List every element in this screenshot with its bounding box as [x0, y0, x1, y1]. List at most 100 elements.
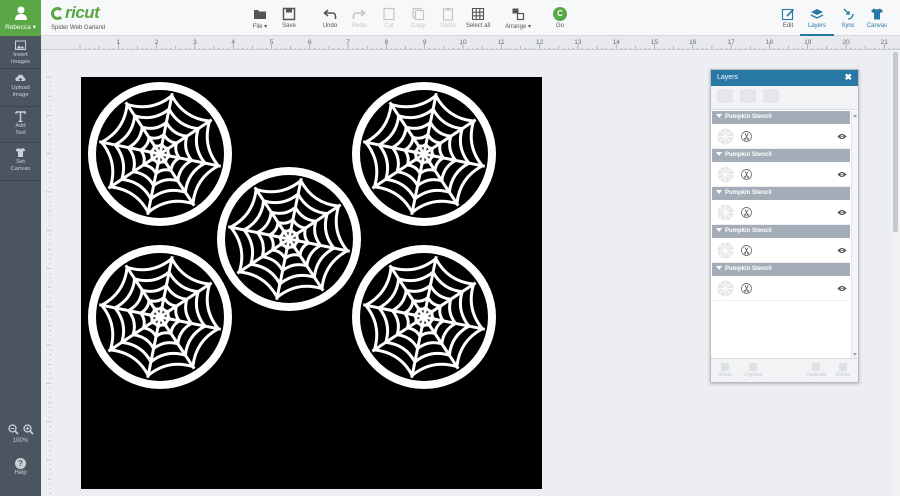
shirt-icon [15, 148, 26, 157]
scissors-icon[interactable] [741, 131, 752, 142]
scissors-icon[interactable] [741, 169, 752, 180]
layers-panel: Layers ✖ Pumpkin Stencil Pumpkin Stencil P… [710, 69, 859, 383]
spider-web [217, 167, 361, 311]
layer-group[interactable]: Pumpkin Stencil [712, 149, 850, 187]
layer-row[interactable] [712, 124, 850, 149]
ruler-label: 7 [346, 39, 350, 46]
ruler-label: 10 [459, 39, 467, 46]
eye-icon[interactable] [837, 209, 847, 216]
zoom-in-icon[interactable] [22, 424, 34, 435]
layer-row[interactable] [712, 162, 850, 187]
go-badge: C [553, 7, 567, 21]
canvas-button[interactable]: Canvas [860, 7, 894, 29]
tshirt-icon [871, 8, 883, 20]
arrange-button[interactable]: Arrange ▾ [501, 7, 535, 30]
web-thumbnail-icon [717, 280, 734, 297]
layer-group-header[interactable]: Pumpkin Stencil [712, 149, 850, 162]
top-toolbar: Rebecca ▾ ricut Spider Web Garland File … [0, 0, 900, 36]
add-text-label-2: Text [15, 130, 26, 136]
horizontal-scrollbar[interactable] [51, 489, 891, 496]
vertical-ruler [41, 50, 51, 496]
layer-group[interactable]: Pumpkin Stencil [712, 225, 850, 263]
add-text-button[interactable]: Add Text [0, 107, 41, 143]
save-button[interactable]: Save [272, 7, 306, 29]
layer-group-name: Pumpkin Stencil [725, 152, 772, 158]
copy-button[interactable]: Copy [401, 7, 435, 29]
set-canvas-label-1: Set [16, 159, 25, 165]
layer-tool-icon [717, 89, 733, 103]
scissors-icon[interactable] [741, 207, 752, 218]
paste-button[interactable]: Paste [431, 7, 465, 29]
layers-footer: Group Ungroup Duplicate Delete [711, 358, 858, 382]
tab-layers[interactable]: Layers [800, 7, 834, 36]
arrange-label: Arrange [504, 24, 527, 30]
delete-button[interactable]: Delete [833, 363, 853, 378]
ungroup-button[interactable]: Ungroup [743, 363, 763, 378]
collapse-arrow-icon[interactable] [716, 266, 722, 270]
zoom-out-icon[interactable] [7, 424, 19, 435]
insert-images-label-2: Images [10, 59, 30, 65]
collapse-arrow-icon[interactable] [716, 228, 722, 232]
scissors-icon[interactable] [741, 245, 752, 256]
project-title: Spider Web Garland [51, 25, 106, 31]
zoom-controls: 100% [0, 424, 41, 444]
ruler-label: 13 [574, 39, 582, 46]
redo-button[interactable]: Redo [342, 7, 376, 29]
layer-row[interactable] [712, 200, 850, 225]
set-canvas-button[interactable]: Set Canvas [0, 143, 41, 181]
ruler-label: 18 [766, 39, 774, 46]
layer-group-header[interactable]: Pumpkin Stencil [712, 225, 850, 238]
upload-image-label-1: Upload [11, 85, 30, 91]
copy-icon [412, 7, 425, 21]
layers-icon [810, 9, 824, 19]
vertical-scrollbar[interactable] [891, 50, 900, 496]
layer-group-header[interactable]: Pumpkin Stencil [712, 111, 850, 124]
layer-group-header[interactable]: Pumpkin Stencil [712, 187, 850, 200]
canvas-mat[interactable] [81, 77, 542, 496]
layer-tool-icon [763, 89, 779, 103]
layer-group[interactable]: Pumpkin Stencil [712, 111, 850, 149]
layers-scrollbar[interactable] [851, 111, 858, 359]
eye-icon[interactable] [837, 285, 847, 292]
duplicate-button[interactable]: Duplicate [806, 363, 827, 378]
ruler-label: 15 [651, 39, 659, 46]
group-button[interactable]: Group [715, 363, 735, 378]
layer-group[interactable]: Pumpkin Stencil [712, 187, 850, 225]
collapse-arrow-icon[interactable] [716, 152, 722, 156]
scissors-icon[interactable] [741, 283, 752, 294]
layers-panel-title: Layers [717, 74, 739, 81]
collapse-arrow-icon[interactable] [716, 114, 722, 118]
eye-icon[interactable] [837, 171, 847, 178]
select-all-label: Select all [465, 23, 491, 29]
upload-image-button[interactable]: Upload Image [0, 69, 41, 107]
collapse-arrow-icon[interactable] [716, 190, 722, 194]
layer-row[interactable] [712, 238, 850, 263]
edit-label: Edit [782, 23, 794, 29]
scroll-thumb[interactable] [893, 52, 898, 232]
ruler-label: 20 [842, 39, 850, 46]
file-label: File [252, 24, 263, 30]
undo-label: Undo [322, 23, 338, 29]
help-icon: ? [15, 458, 26, 469]
layer-group[interactable]: Pumpkin Stencil [712, 263, 850, 301]
layer-group-name: Pumpkin Stencil [725, 266, 772, 272]
select-all-button[interactable]: Select all [461, 7, 495, 29]
user-menu[interactable]: Rebecca ▾ [0, 0, 41, 36]
sync-label: Sync [841, 23, 855, 29]
spider-web [88, 245, 232, 389]
sync-icon [843, 8, 854, 20]
ruler-label: 8 [385, 39, 389, 46]
eye-icon[interactable] [837, 247, 847, 254]
layer-group-header[interactable]: Pumpkin Stencil [712, 263, 850, 276]
eye-icon[interactable] [837, 133, 847, 140]
layer-row[interactable] [712, 276, 850, 301]
spider-web [352, 82, 496, 226]
go-button[interactable]: C Go [543, 7, 577, 29]
layer-group-name: Pumpkin Stencil [725, 114, 772, 120]
text-icon [15, 111, 26, 122]
arrange-icon [512, 8, 525, 21]
close-icon[interactable]: ✖ [844, 72, 852, 83]
insert-images-button[interactable]: Insert Images [0, 36, 41, 69]
help-button[interactable]: ? Help [0, 458, 41, 476]
web-thumbnail-icon [717, 242, 734, 259]
